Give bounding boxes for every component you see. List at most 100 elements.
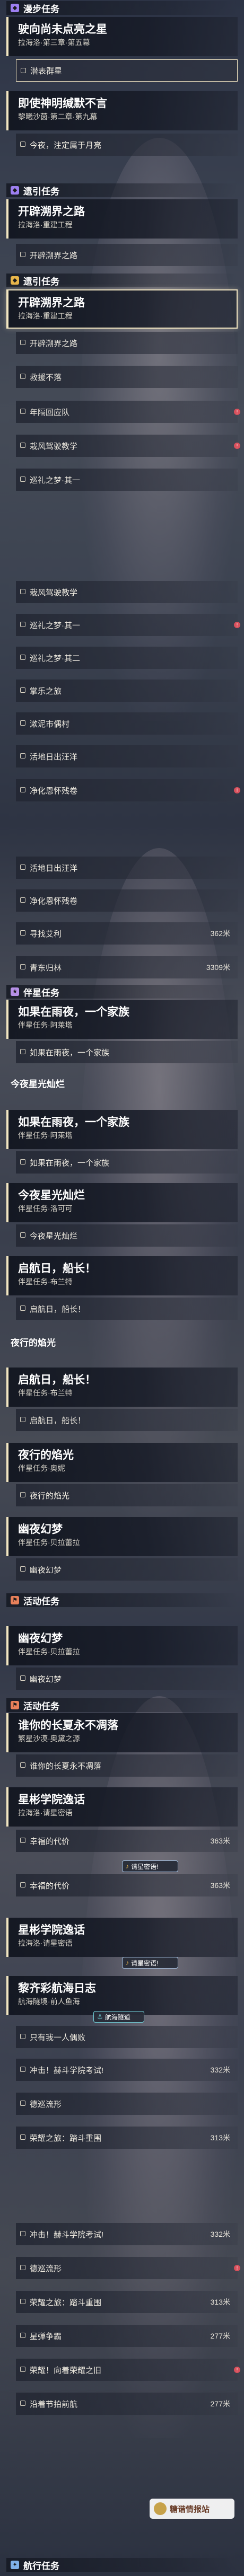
- checkbox-icon: [20, 1305, 25, 1311]
- quest-step-row[interactable]: 活地日出汪洋: [16, 857, 238, 879]
- distance-label: 362米: [210, 929, 230, 938]
- checkbox-icon: [20, 142, 25, 147]
- quest-card[interactable]: 驶向尚未点亮之星 拉海洛·第三章·第五幕: [6, 17, 238, 56]
- quest-card[interactable]: 星彬学院逸话 拉海洛·请星密语: [6, 1787, 238, 1827]
- quest-step-row[interactable]: 潜表群星: [16, 59, 238, 82]
- checkbox-icon: [20, 1882, 25, 1887]
- checkbox-icon: [20, 2034, 25, 2039]
- quest-step-row[interactable]: 德巡流形: [16, 2093, 238, 2115]
- compass-icon: ✦: [11, 2561, 19, 2569]
- quest-title: 幽夜幻梦: [18, 1523, 63, 1536]
- tracked-badge-label: 请星密语!: [131, 1863, 159, 1871]
- distance-label: 332米: [210, 2066, 230, 2074]
- quest-step-row[interactable]: 幽夜幻梦: [16, 1558, 238, 1581]
- checkbox-icon: [20, 589, 25, 594]
- checkbox-icon: [20, 1762, 25, 1768]
- quest-step-row[interactable]: 只有我一人偶败: [16, 2026, 238, 2048]
- quest-step-label: 栽风驾驶教学: [30, 588, 78, 597]
- checkbox-icon: [20, 687, 25, 693]
- quest-step-row[interactable]: 漱泥市偶村: [16, 712, 238, 735]
- quest-card[interactable]: 今夜星光灿烂 伴星任务·洛可可: [6, 1183, 238, 1222]
- tracked-badge[interactable]: ♪ 请星密语!: [122, 1957, 178, 1969]
- section-header[interactable]: ◆ 遗引任务: [6, 274, 238, 287]
- quest-step-row[interactable]: 如果在雨夜，一个家族: [16, 1151, 238, 1174]
- quest-card[interactable]: 如果在雨夜，一个家族 伴星任务·阿莱塔: [6, 1110, 238, 1149]
- quest-card[interactable]: 夜行的焰光 伴星任务·奥妮: [6, 1443, 238, 1482]
- quest-card[interactable]: 开辟溯界之路 拉海洛·重建工程: [6, 199, 238, 239]
- quest-step-row[interactable]: 荣耀之旅：踏斗重围 313米: [16, 2127, 238, 2149]
- quest-step-row[interactable]: 幸福的代价 363米: [16, 1874, 238, 1896]
- quest-step-row[interactable]: 巡礼之梦·其二: [16, 647, 238, 669]
- quest-step-row[interactable]: 启航日，船长！: [16, 1298, 238, 1320]
- quest-step-row[interactable]: 开辟溯界之路: [16, 332, 238, 354]
- quest-step-row[interactable]: 开辟溯界之路: [16, 244, 238, 266]
- checkbox-icon: [20, 787, 25, 792]
- quest-step-row[interactable]: 星弹争霸 277米: [16, 2325, 238, 2347]
- section-header-label: 活动任务: [23, 1701, 59, 1712]
- quest-step-row[interactable]: 夜行的焰光: [16, 1484, 238, 1506]
- quest-card[interactable]: 启航日，船长！ 伴星任务·布兰特: [6, 1256, 238, 1295]
- plain-title[interactable]: 夜行的焰光: [6, 1335, 238, 1348]
- quest-step-label: 活地日出汪洋: [30, 752, 78, 762]
- quest-step-row[interactable]: 栽风驾驶教学 !: [16, 435, 240, 457]
- quest-step-row[interactable]: 寻找艾利 362米: [16, 922, 238, 945]
- section-header[interactable]: ⚑ 活动任务: [6, 1593, 238, 1607]
- quest-step-row[interactable]: 青东归林 3309米: [16, 956, 238, 978]
- quest-step-row[interactable]: 巡礼之梦·其一 !: [16, 614, 240, 636]
- quest-step-row[interactable]: 年隔回应队 !: [16, 401, 240, 423]
- section-header[interactable]: ⚑ 活动任务: [6, 1698, 238, 1712]
- quest-step-row[interactable]: 幸福的代价 363米: [16, 1830, 238, 1852]
- notification-dot-icon: !: [234, 2265, 240, 2271]
- checkbox-icon: [20, 1492, 25, 1497]
- distance-label: 313米: [210, 2298, 230, 2306]
- quest-step-row[interactable]: 启航日，船长！: [16, 1409, 238, 1431]
- quest-step-row[interactable]: 栽风驾驶教学: [16, 581, 238, 603]
- section-header[interactable]: ◆ 漫步任务: [6, 1, 238, 15]
- quest-card[interactable]: 幽夜幻梦 伴星任务·贝拉蕾拉: [6, 1626, 238, 1665]
- quest-step-row[interactable]: 德巡流形 !: [16, 2257, 240, 2279]
- quest-card[interactable]: 黎齐彩航海日志 航海隧境·前人鱼海: [6, 1976, 238, 2015]
- quest-step-row[interactable]: 沿着节拍前航 277米: [16, 2393, 238, 2415]
- quest-step-row[interactable]: 冲击！赫斗学院考试! 332米: [16, 2059, 238, 2081]
- distance-label: 363米: [210, 1837, 230, 1845]
- notification-dot-icon: !: [234, 443, 240, 449]
- quest-step-row[interactable]: 掌乐之旅: [16, 680, 238, 702]
- quest-card[interactable]: 星彬学院逸话 拉海洛·请星密语: [6, 1918, 238, 1957]
- quest-card[interactable]: 即使神明缄默不言 黎曦沙茵·第二章·第九幕: [6, 91, 238, 130]
- quest-step-row[interactable]: 幽夜幻梦: [16, 1668, 238, 1690]
- checkbox-icon: [20, 1232, 25, 1238]
- tracked-badge[interactable]: ⚓ 航海隧道: [93, 2011, 144, 2023]
- tracked-badge[interactable]: ♪ 请星密语!: [122, 1860, 178, 1872]
- quest-step-row[interactable]: 净化恩怀残卷: [16, 889, 238, 912]
- quest-step-row[interactable]: 今夜，注定属于月亮: [16, 134, 238, 156]
- quest-card[interactable]: 如果在雨夜，一个家族 伴星任务·阿莱塔: [6, 1000, 238, 1039]
- quest-step-label: 德巡流形: [30, 2264, 62, 2273]
- quest-step-row[interactable]: 荣耀之旅：踏斗重围 313米: [16, 2291, 238, 2313]
- quest-step-row[interactable]: 活地日出汪洋: [16, 745, 238, 767]
- quest-card[interactable]: 谁你的长夏永不凋落 繁星沙漠·奥黛之源: [6, 1713, 238, 1752]
- quest-subtitle: 伴星任务·洛可可: [18, 1204, 73, 1213]
- section-header[interactable]: ★ 伴星任务: [6, 985, 238, 999]
- bookmark-icon: ◆: [11, 4, 19, 12]
- quest-subtitle: 伴星任务·阿莱塔: [18, 1021, 73, 1029]
- quest-step-row[interactable]: 如果在雨夜，一个家族: [16, 1041, 238, 1063]
- quest-card[interactable]: 开辟溯界之路 拉海洛·重建工程: [6, 289, 238, 329]
- quest-step-row[interactable]: 谁你的长夏永不凋落: [16, 1754, 238, 1777]
- quest-step-row[interactable]: 救援不落: [16, 366, 238, 388]
- quest-step-label: 启航日，船长！: [30, 1416, 86, 1425]
- quest-step-row[interactable]: 荣耀！向着荣耀之旧 !: [16, 2359, 240, 2381]
- section-header[interactable]: ◆ 遗引任务: [6, 183, 238, 197]
- quest-title: 开辟溯界之路: [18, 297, 85, 309]
- checkbox-icon: [20, 1049, 25, 1054]
- quest-step-row[interactable]: 今夜星光灿烂: [16, 1224, 238, 1247]
- quest-subtitle: 拉海洛·第三章·第五幕: [18, 38, 90, 47]
- quest-step-row[interactable]: 冲击！赫斗学院考试! 332米: [16, 2223, 238, 2245]
- section-header[interactable]: ✦ 航行任务: [6, 2558, 238, 2572]
- checkbox-icon: [20, 1675, 25, 1681]
- quest-step-row[interactable]: 净化恩怀残卷 !: [16, 779, 240, 801]
- quest-card[interactable]: 启航日，船长！ 伴星任务·布兰特: [6, 1368, 238, 1407]
- plain-title[interactable]: 今夜星光灿烂: [6, 1076, 238, 1090]
- quest-step-label: 荣耀！向着荣耀之旧: [30, 2366, 102, 2375]
- quest-step-row[interactable]: 巡礼之梦·其一: [16, 469, 238, 491]
- quest-card[interactable]: 幽夜幻梦 伴星任务·贝拉蕾拉: [6, 1517, 238, 1556]
